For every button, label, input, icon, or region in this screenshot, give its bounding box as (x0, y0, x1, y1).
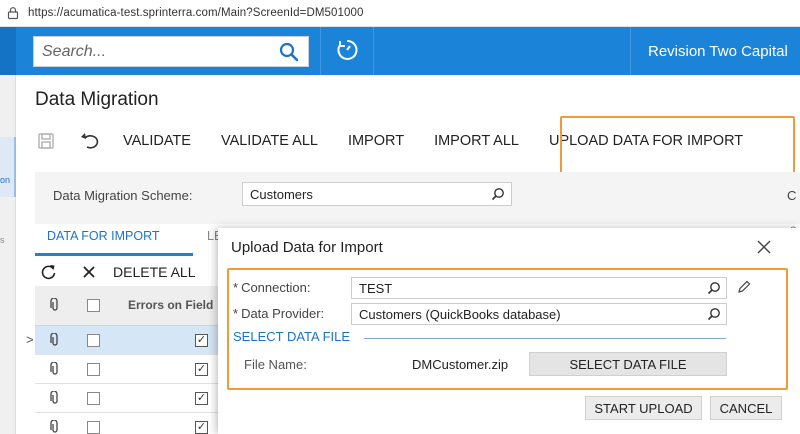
close-icon[interactable] (754, 237, 774, 257)
errors-checkbox[interactable]: ✓ (195, 392, 208, 405)
select-data-file-button[interactable]: SELECT DATA FILE (529, 352, 727, 376)
scheme-label: Data Migration Scheme: (53, 188, 193, 203)
import-button[interactable]: IMPORT (348, 133, 404, 149)
scheme-form: Data Migration Scheme: Customers (35, 172, 800, 224)
import-all-button[interactable]: IMPORT ALL (434, 133, 519, 149)
delete-row-icon[interactable] (79, 262, 99, 282)
left-nav: on s (0, 75, 16, 434)
row-select-checkbox[interactable] (87, 421, 100, 434)
search-icon[interactable] (278, 41, 300, 63)
search-icon[interactable] (491, 187, 505, 201)
hidden-column-fragment: C (787, 188, 797, 203)
search-icon[interactable] (707, 307, 721, 321)
file-name-value: DMCustomer.zip (412, 357, 509, 372)
select-all-checkbox[interactable] (87, 299, 100, 312)
validate-all-button[interactable]: VALIDATE ALL (221, 133, 318, 149)
errors-checkbox[interactable]: ✓ (195, 363, 208, 376)
table-row[interactable]: > ✓ (26, 326, 235, 355)
history-button[interactable] (320, 27, 374, 75)
cancel-button[interactable]: CANCEL (710, 396, 782, 420)
top-header: Search... Revision Two Capital (0, 27, 800, 75)
search-icon[interactable] (707, 281, 721, 295)
browser-url-bar[interactable]: https://acumatica-test.sprinterra.com/Ma… (0, 0, 800, 27)
search-input[interactable]: Search... (42, 43, 278, 61)
current-row-indicator-icon: > (26, 332, 34, 347)
connection-label-row: * Connection: (233, 280, 310, 295)
errors-checkbox[interactable]: ✓ (195, 334, 208, 347)
tab-bar: DATA FOR IMPORT LE (35, 225, 235, 256)
scheme-selector[interactable]: Customers (242, 182, 512, 206)
required-mark: * (233, 280, 239, 295)
row-select-checkbox[interactable] (87, 334, 100, 347)
import-grid: Errors on Field > ✓ ✓ ✓ ✓ (26, 286, 235, 434)
table-row[interactable]: ✓ (35, 355, 235, 384)
url-text[interactable]: https://acumatica-test.sprinterra.com/Ma… (28, 7, 364, 19)
menu-strip[interactable] (0, 27, 16, 75)
left-nav-text-fragment-2: s (0, 235, 5, 245)
section-divider (364, 338, 726, 339)
connection-value[interactable]: TEST (359, 281, 707, 296)
select-data-file-section-header: SELECT DATA FILE (233, 329, 351, 344)
company-selector[interactable]: Revision Two Capital (630, 27, 800, 75)
save-icon[interactable] (35, 130, 57, 152)
history-icon (334, 37, 360, 66)
grid-header: Errors on Field (35, 286, 235, 326)
data-provider-field[interactable]: Customers (QuickBooks database) (351, 303, 727, 325)
file-name-label: File Name: (244, 357, 307, 372)
search-box[interactable]: Search... (33, 36, 309, 67)
left-nav-text-fragment: on (0, 175, 11, 185)
undo-icon[interactable] (79, 130, 101, 152)
tab-data-for-import[interactable]: DATA FOR IMPORT (47, 229, 160, 243)
table-row[interactable]: ✓ (35, 413, 235, 434)
edit-pencil-icon[interactable] (736, 279, 752, 298)
errors-on-field-header[interactable]: Errors on Field (128, 298, 213, 312)
connection-label: Connection: (241, 280, 311, 295)
dialog-title: Upload Data for Import (231, 239, 383, 256)
errors-checkbox[interactable]: ✓ (195, 421, 208, 434)
upload-button-highlight (560, 116, 795, 174)
provider-label-row: * Data Provider: (233, 306, 324, 321)
provider-label: Data Provider: (241, 306, 325, 321)
connection-field[interactable]: TEST (351, 277, 727, 299)
attachment-header-icon (50, 297, 60, 315)
delete-all-button[interactable]: DELETE ALL (113, 264, 196, 280)
row-select-checkbox[interactable] (87, 392, 100, 405)
row-select-checkbox[interactable] (87, 363, 100, 376)
attachment-icon[interactable] (50, 332, 60, 350)
active-tab-indicator (35, 253, 193, 256)
required-mark: * (233, 306, 239, 321)
page-title: Data Migration (35, 89, 159, 110)
validate-button[interactable]: VALIDATE (123, 133, 191, 149)
upload-data-dialog: Upload Data for Import * Connection: TEST… (218, 228, 800, 434)
refresh-icon[interactable] (39, 262, 59, 282)
attachment-icon[interactable] (50, 419, 60, 434)
attachment-icon[interactable] (50, 361, 60, 379)
attachment-icon[interactable] (50, 390, 60, 408)
grid-toolbar: DELETE ALL (35, 258, 235, 286)
scheme-value[interactable]: Customers (250, 187, 491, 202)
left-nav-active-item[interactable] (0, 137, 16, 197)
site-info-icon[interactable] (6, 6, 20, 20)
start-upload-button[interactable]: START UPLOAD (585, 396, 702, 420)
data-provider-value[interactable]: Customers (QuickBooks database) (359, 307, 707, 322)
table-row[interactable]: ✓ (35, 384, 235, 413)
